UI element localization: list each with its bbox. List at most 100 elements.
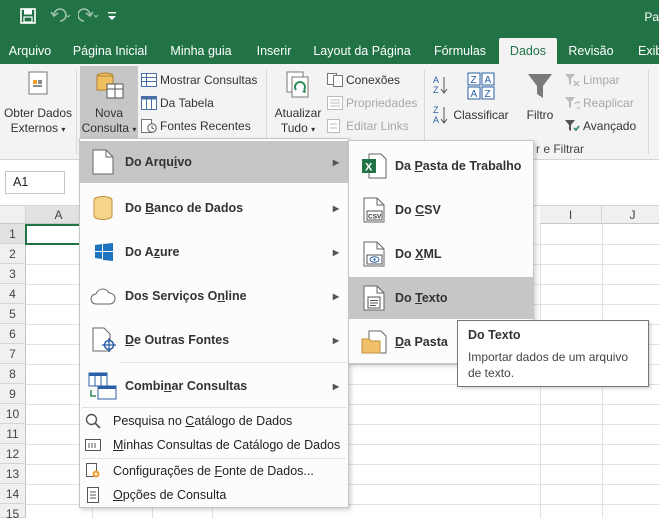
- table-icon: [141, 96, 157, 110]
- row-header[interactable]: 8: [0, 364, 26, 384]
- edit-links-label: Editar Links: [346, 119, 409, 133]
- submenu-item-from-xml[interactable]: Do XML: [349, 233, 533, 275]
- row-header[interactable]: 1: [0, 224, 26, 244]
- connections-label: Conexões: [346, 73, 401, 87]
- menu-item-query-options[interactable]: Opções de Consulta: [80, 483, 348, 507]
- reapply-button[interactable]: Reaplicar: [564, 93, 634, 113]
- properties-button[interactable]: Propriedades: [327, 93, 417, 113]
- refresh-all-button[interactable]: Atualizar Tudo ▾: [270, 70, 326, 137]
- row-header[interactable]: 15: [0, 504, 26, 518]
- title-bar: Pa: [0, 0, 659, 38]
- menu-item-my-catalog-queries[interactable]: Minhas Consultas de Catálogo de Dados: [80, 433, 348, 457]
- filter-funnel-icon: [526, 72, 554, 100]
- from-table-button[interactable]: Da Tabela: [141, 93, 214, 113]
- advanced-filter-icon: [564, 119, 580, 133]
- menu-item-label: Do Banco de Dados: [125, 201, 244, 215]
- customize-qat-icon[interactable]: [106, 8, 118, 24]
- select-all-corner[interactable]: [0, 206, 26, 224]
- name-box[interactable]: A1: [5, 171, 65, 194]
- external-data-line1: Obter Dados: [3, 106, 73, 120]
- row-header[interactable]: 7: [0, 344, 26, 364]
- tab-inserir[interactable]: Inserir: [246, 38, 302, 64]
- menu-item-from-database[interactable]: Do Banco de Dados ▶: [80, 187, 348, 229]
- clear-filter-button[interactable]: Limpar: [564, 70, 620, 90]
- tab-layout-da-pagina[interactable]: Layout da Página: [306, 38, 418, 64]
- get-external-data-button[interactable]: Obter Dados Externos ▾: [2, 70, 74, 137]
- tab-revisao[interactable]: Revisão: [560, 38, 622, 64]
- menu-item-label: Do Texto: [395, 291, 448, 305]
- connections-button[interactable]: Conexões: [327, 70, 400, 90]
- column-header-i[interactable]: I: [540, 206, 602, 224]
- tab-formulas[interactable]: Fórmulas: [424, 38, 496, 64]
- sort-button[interactable]: ZAAZ Classificar: [452, 72, 510, 123]
- menu-item-search-data-catalog[interactable]: Pesquisa no Catálogo de Dados: [80, 409, 348, 433]
- svg-text:A: A: [433, 75, 439, 85]
- undo-icon[interactable]: [50, 8, 72, 24]
- row-header[interactable]: 3: [0, 264, 26, 284]
- clear-filter-icon: [564, 73, 580, 87]
- from-text-tooltip: Do Texto Importar dados de um arquivo de…: [457, 320, 649, 387]
- sort-az-icon: AZ: [432, 74, 448, 96]
- row-header[interactable]: 14: [0, 484, 26, 504]
- menu-item-label: Configurações de Fonte de Dados...: [113, 464, 314, 478]
- submenu-item-from-text[interactable]: Do Texto: [349, 277, 533, 319]
- menu-item-label: Da Pasta: [395, 335, 448, 349]
- row-header[interactable]: 5: [0, 304, 26, 324]
- menu-item-from-azure[interactable]: Do Azure ▶: [80, 231, 348, 273]
- new-query-button[interactable]: Nova Consulta ▾: [80, 66, 138, 140]
- filter-button[interactable]: Filtro: [518, 72, 562, 123]
- row-header[interactable]: 6: [0, 324, 26, 344]
- file-icon: [92, 149, 114, 178]
- sort-za-button[interactable]: ZA: [432, 104, 448, 126]
- new-query-line2: Consulta ▾: [81, 121, 137, 135]
- connections-icon: [327, 73, 343, 87]
- menu-item-from-online-services[interactable]: Dos Serviços Online ▶: [80, 275, 348, 317]
- clear-filter-label: Limpar: [583, 73, 620, 87]
- row-header[interactable]: 9: [0, 384, 26, 404]
- svg-text:A: A: [485, 75, 492, 86]
- menu-item-data-source-settings[interactable]: Configurações de Fonte de Dados...: [80, 459, 348, 483]
- azure-windows-icon: [94, 242, 114, 265]
- submenu-item-from-workbook[interactable]: X Da Pasta de Trabalho: [349, 145, 533, 187]
- row-header[interactable]: 12: [0, 444, 26, 464]
- menu-item-label: Minhas Consultas de Catálogo de Dados: [113, 438, 341, 452]
- database-icon: [92, 195, 114, 224]
- submenu-arrow-icon: ▶: [332, 291, 339, 301]
- row-header[interactable]: 11: [0, 424, 26, 444]
- edit-links-button[interactable]: Editar Links: [327, 116, 409, 136]
- menu-item-label: Do Arquivo: [125, 155, 192, 169]
- save-icon[interactable]: [20, 8, 36, 24]
- from-table-label: Da Tabela: [160, 96, 214, 110]
- tab-pagina-inicial[interactable]: Página Inicial: [62, 38, 158, 64]
- tab-minha-guia[interactable]: Minha guia: [160, 38, 242, 64]
- recent-sources-button[interactable]: Fontes Recentes: [141, 116, 251, 136]
- folder-icon: [361, 330, 387, 357]
- row-header[interactable]: 2: [0, 244, 26, 264]
- ribbon-tabs: Arquivo Página Inicial Minha guia Inseri…: [0, 38, 659, 64]
- redo-icon[interactable]: [77, 8, 100, 24]
- svg-text:CSV: CSV: [368, 214, 382, 221]
- tab-arquivo[interactable]: Arquivo: [0, 38, 60, 64]
- submenu-item-from-csv[interactable]: CSV Do CSV: [349, 189, 533, 231]
- show-queries-button[interactable]: Mostrar Consultas: [141, 70, 257, 90]
- tab-exibir[interactable]: Exib: [628, 38, 659, 64]
- menu-item-combine-queries[interactable]: Combinar Consultas ▶: [80, 365, 348, 407]
- sort-az-button[interactable]: AZ: [432, 74, 448, 96]
- tooltip-body: Importar dados de um arquivo de texto.: [468, 350, 629, 380]
- menu-item-label: Combinar Consultas: [125, 379, 248, 393]
- menu-item-label: Pesquisa no Catálogo de Dados: [113, 414, 293, 428]
- row-header[interactable]: 4: [0, 284, 26, 304]
- row-header[interactable]: 13: [0, 464, 26, 484]
- submenu-arrow-icon: ▶: [332, 247, 339, 257]
- menu-item-from-file[interactable]: Do Arquivo ▶: [80, 141, 348, 183]
- query-options-icon: [85, 487, 101, 506]
- menu-item-from-other-sources[interactable]: De Outras Fontes ▶: [80, 319, 348, 361]
- tab-dados[interactable]: Dados: [499, 38, 557, 64]
- new-query-line1: Nova: [94, 106, 123, 120]
- advanced-filter-button[interactable]: Avançado: [564, 116, 636, 136]
- sort-label: Classificar: [453, 108, 509, 122]
- svg-text:Z: Z: [471, 75, 477, 86]
- row-header[interactable]: 10: [0, 404, 26, 424]
- column-header-j[interactable]: J: [602, 206, 659, 224]
- sort-filter-group-label: r e Filtrar: [536, 142, 584, 156]
